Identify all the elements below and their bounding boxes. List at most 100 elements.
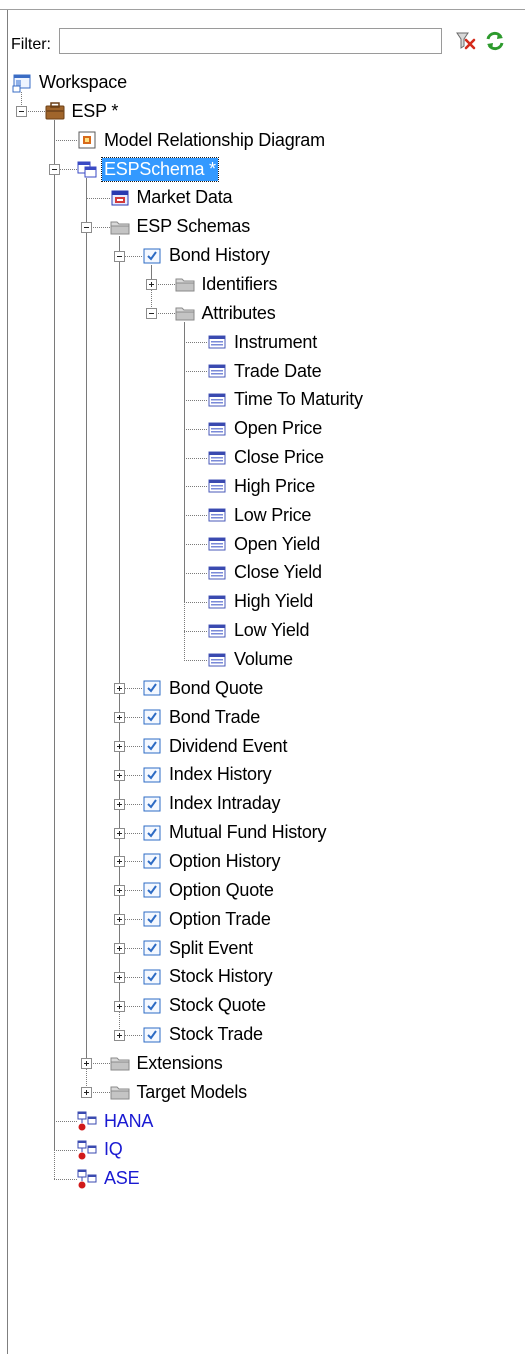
physical-model-icon (77, 1111, 97, 1131)
tree-node-close-yield[interactable]: Close Yield (207, 558, 324, 587)
expand-toggle-icon[interactable] (113, 1000, 125, 1012)
expand-toggle-icon[interactable] (81, 1058, 92, 1070)
tree-node-label: Volume (234, 649, 293, 669)
collapse-toggle-icon[interactable] (81, 221, 92, 233)
schema-check-icon (142, 823, 162, 843)
expand-toggle-icon[interactable] (113, 827, 125, 839)
tree-node-stock-trade[interactable]: Stock Trade (142, 1020, 265, 1049)
tree-node-index-history[interactable]: Index History (142, 760, 273, 789)
tree-node-label: Model Relationship Diagram (104, 129, 325, 150)
tree-connector-line (183, 601, 207, 603)
tree-node-open-yield[interactable]: Open Yield (207, 530, 322, 559)
tree-node-label: Open Yield (234, 533, 321, 554)
tree-node-esp-schemas[interactable]: ESP Schemas (110, 212, 253, 241)
tree-node-label: Option History (169, 850, 281, 871)
tree-node-bond-history[interactable]: Bond History (142, 241, 272, 270)
expand-toggle-icon[interactable] (113, 856, 125, 868)
collapse-toggle-icon[interactable] (113, 250, 125, 262)
tree-connector-line (53, 1121, 77, 1123)
expand-toggle-icon[interactable] (146, 279, 157, 291)
tree-node-label: ESPSchema * (101, 156, 219, 182)
expand-toggle-icon[interactable] (113, 914, 125, 926)
tree-node-label: Trade Date (234, 360, 322, 381)
attribute-icon (207, 476, 227, 496)
tree-node-index-intraday[interactable]: Index Intraday (142, 789, 282, 818)
tree-node-label: HANA (104, 1110, 154, 1131)
tree-node-dividend-event[interactable]: Dividend Event (142, 732, 289, 761)
tree-node-option-history[interactable]: Option History (142, 847, 282, 876)
tree-node-market-data[interactable]: Market Data (110, 183, 235, 212)
expand-toggle-icon[interactable] (113, 798, 125, 810)
tree-node-time-to-maturity[interactable]: Time To Maturity (207, 385, 365, 414)
folder-icon (110, 217, 130, 237)
tree-connector-line (183, 659, 207, 661)
expand-toggle-icon[interactable] (81, 1087, 92, 1099)
tree-node-identifiers[interactable]: Identifiers (175, 270, 280, 299)
tree-node-open-price[interactable]: Open Price (207, 414, 324, 443)
tree-node-mutual-fund-history[interactable]: Mutual Fund History (142, 818, 328, 847)
tree-node-low-price[interactable]: Low Price (207, 501, 313, 530)
expand-toggle-icon[interactable] (113, 943, 125, 954)
tree-connector-line (53, 1149, 77, 1151)
tree-node-label: Open Price (234, 418, 323, 439)
folder-icon (110, 1053, 130, 1073)
tree-node-iq[interactable]: IQ (77, 1135, 125, 1164)
folder-icon (175, 274, 195, 294)
schema-check-icon (142, 967, 162, 987)
tree-node-bond-trade[interactable]: Bond Trade (142, 703, 262, 732)
tree-node-high-price[interactable]: High Price (207, 472, 317, 501)
tree-connector-line (86, 178, 87, 1093)
tree-node-split-event[interactable]: Split Event (142, 934, 255, 963)
schema-check-icon (142, 880, 162, 900)
tree-node-stock-history[interactable]: Stock History (142, 962, 274, 991)
expand-toggle-icon[interactable] (113, 741, 125, 753)
collapse-toggle-icon[interactable] (16, 106, 27, 118)
attribute-icon (207, 419, 227, 439)
tree-node-bond-quote[interactable]: Bond Quote (142, 674, 265, 703)
tree-node-label: Index Intraday (169, 793, 281, 814)
tree-node-option-trade[interactable]: Option Trade (142, 905, 273, 934)
tree-node-low-yield[interactable]: Low Yield (207, 616, 311, 645)
tree-node-high-yield[interactable]: High Yield (207, 587, 315, 616)
tree-node-attributes[interactable]: Attributes (175, 299, 278, 328)
expand-toggle-icon[interactable] (113, 769, 125, 781)
attribute-icon (207, 592, 227, 612)
tree-node-extensions[interactable]: Extensions (110, 1049, 225, 1078)
tree-node-workspace[interactable]: Workspace (12, 68, 129, 97)
expand-toggle-icon[interactable] (113, 1029, 125, 1041)
schema-check-icon (142, 938, 162, 958)
collapse-toggle-icon[interactable] (146, 308, 157, 320)
model-tree: Workspace ESP * Model Relationship Diagr… (0, 0, 525, 1354)
attribute-icon (207, 448, 227, 468)
tree-node-label: Workspace (39, 72, 127, 92)
tree-node-label: High Yield (234, 591, 314, 612)
tree-node-esp[interactable]: ESP * (45, 97, 121, 126)
tree-node-hana[interactable]: HANA (77, 1107, 155, 1136)
attribute-icon (207, 563, 227, 583)
tree-node-instrument[interactable]: Instrument (207, 328, 319, 357)
expand-toggle-icon[interactable] (113, 712, 125, 724)
expand-toggle-icon[interactable] (113, 683, 125, 695)
tree-node-label: Bond Trade (169, 706, 261, 727)
tree-node-option-quote[interactable]: Option Quote (142, 876, 276, 905)
tree-node-model-relationship-diagram[interactable]: Model Relationship Diagram (77, 126, 327, 155)
database-icon (110, 188, 130, 208)
tree-node-trade-date[interactable]: Trade Date (207, 357, 323, 386)
expand-toggle-icon[interactable] (113, 971, 125, 983)
tree-node-volume[interactable]: Volume (207, 645, 295, 674)
expand-toggle-icon[interactable] (113, 885, 125, 897)
tree-node-ase[interactable]: ASE (77, 1164, 141, 1193)
tree-connector-line (86, 197, 110, 199)
tree-node-label: ASE (104, 1168, 140, 1189)
collapse-toggle-icon[interactable] (48, 164, 60, 176)
tree-node-close-price[interactable]: Close Price (207, 443, 326, 472)
folder-icon (110, 1082, 130, 1102)
tree-node-espschema[interactable]: ESPSchema * (77, 155, 219, 184)
tree-node-target-models[interactable]: Target Models (110, 1078, 249, 1107)
schema-check-icon (142, 996, 162, 1016)
attribute-icon (207, 621, 227, 641)
tree-node-stock-quote[interactable]: Stock Quote (142, 991, 268, 1020)
tree-connector-line (183, 572, 207, 574)
tree-node-label: Close Price (234, 447, 324, 468)
tree-node-label: Stock Trade (169, 1024, 263, 1045)
